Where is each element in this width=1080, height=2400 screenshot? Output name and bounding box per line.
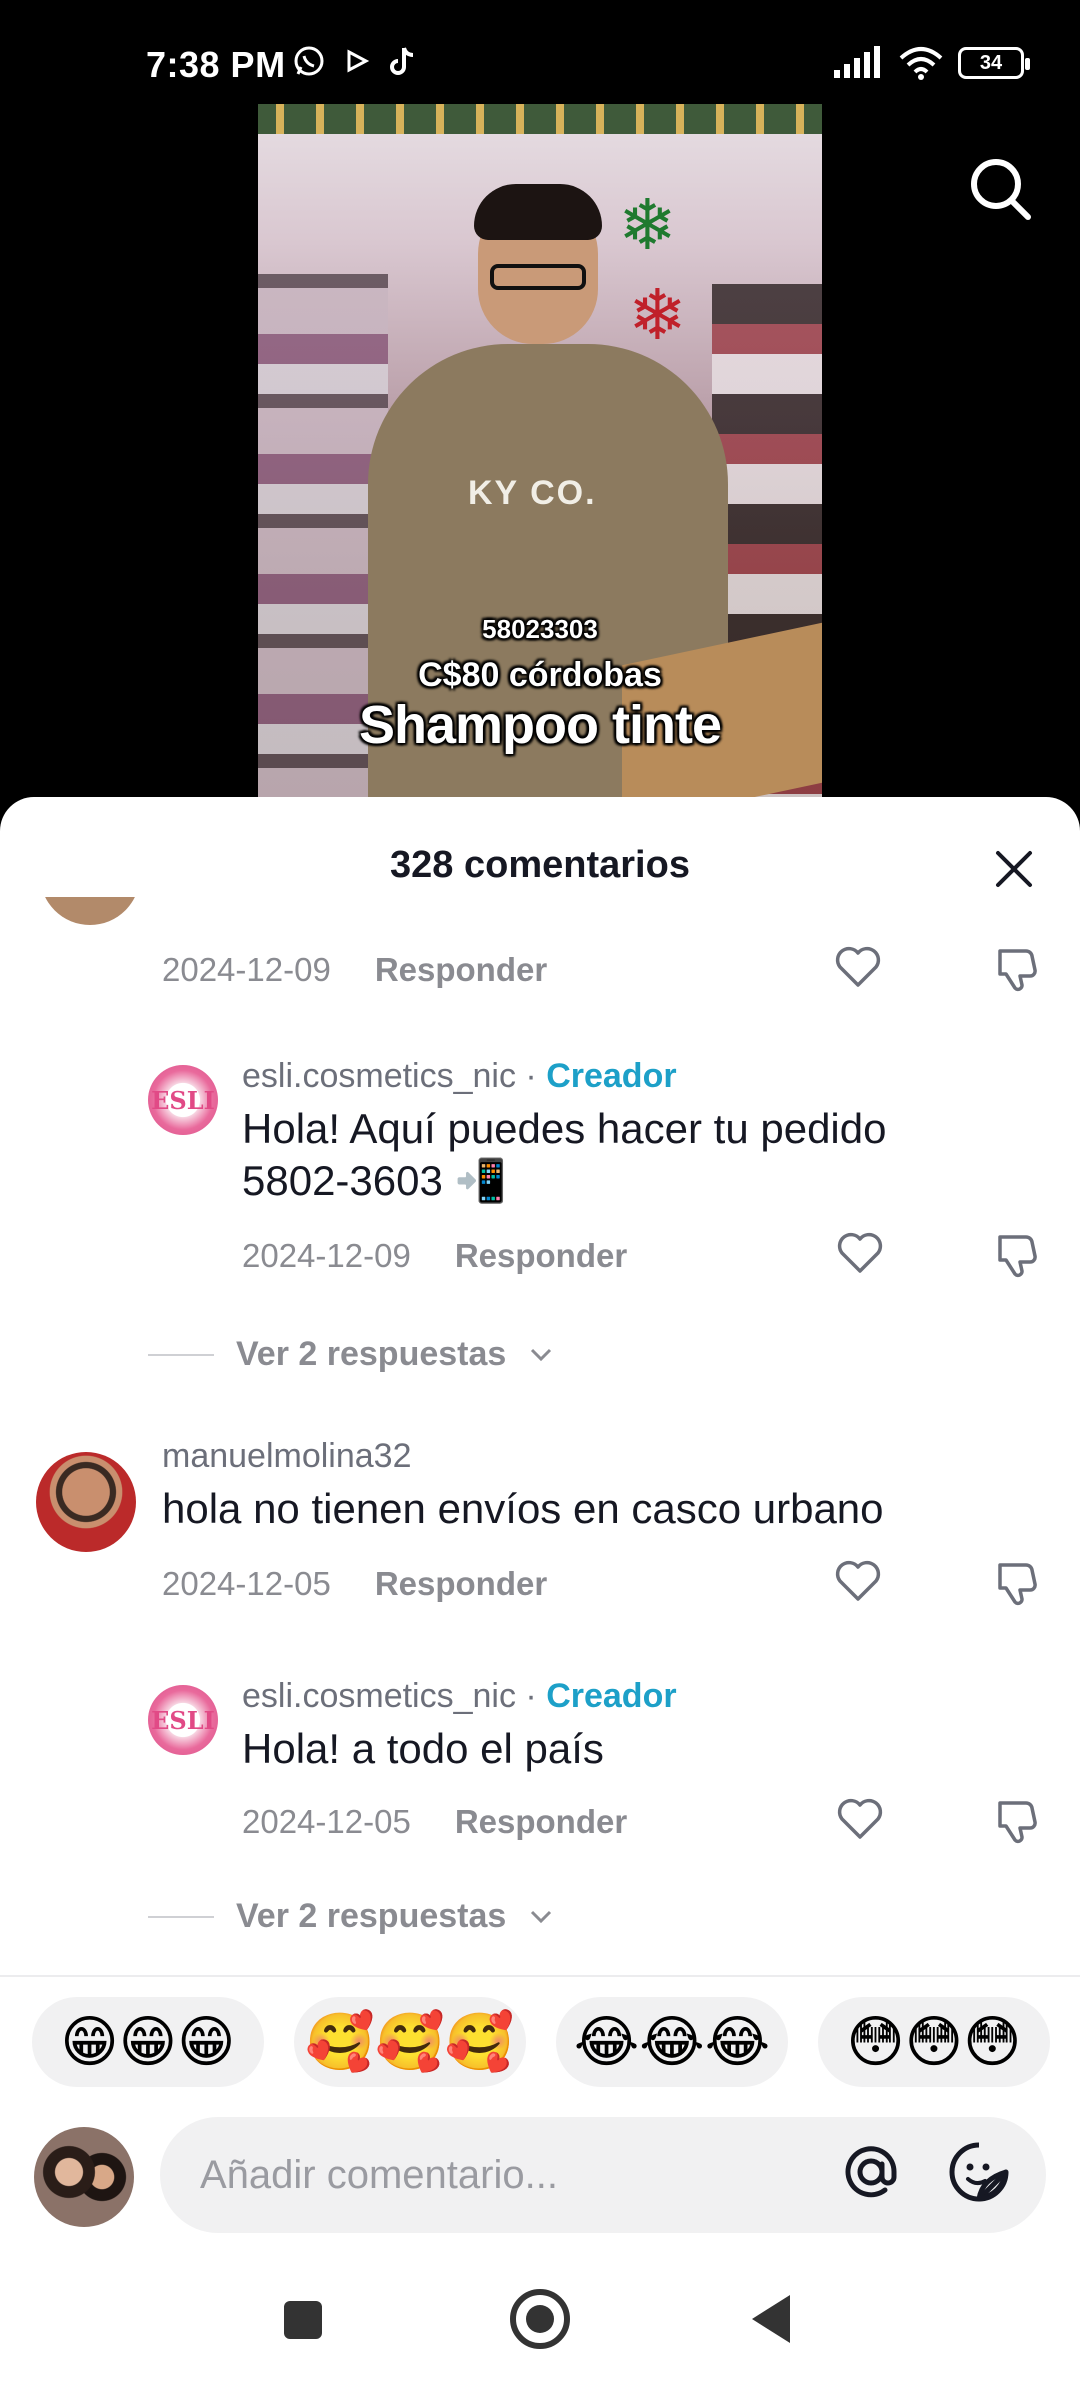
esli-logo-icon: ESLI (151, 1705, 215, 1735)
video-player[interactable]: ❄ ❄ KY CO. 58023303 C$80 córdobas Shampo… (258, 104, 822, 800)
heart-icon[interactable] (832, 941, 884, 993)
battery-icon: 34 (958, 47, 1030, 79)
comment-text: hola no tienen envíos en casco urbano (162, 1485, 884, 1532)
comment-meta: 2024-12-09 Responder (242, 1237, 627, 1275)
battery-level: 34 (979, 51, 1003, 74)
sticker-emoji-icon[interactable] (944, 2137, 1014, 2207)
comments-count-title: 328 comentarios (390, 843, 690, 886)
comment-text: Hola! Aquí puedes hacer tu pedido 5802-3… (242, 1105, 887, 1204)
dislike-icon[interactable] (994, 1557, 1046, 1609)
reply-button[interactable]: Responder (375, 951, 547, 988)
video-caption-title: Shampoo tinte (359, 695, 722, 755)
wifi-icon (899, 47, 943, 80)
reply-button[interactable]: Responder (455, 1237, 627, 1274)
dislike-icon[interactable] (994, 943, 1046, 995)
status-app-icons (292, 44, 420, 78)
snowflake-icon: ❄ (628, 276, 687, 354)
comment-date: 2024-12-09 (162, 951, 331, 988)
video-caption-phone: 58023303 (482, 614, 598, 644)
user-avatar[interactable] (34, 2127, 134, 2227)
status-time: 7:38 PM (146, 44, 286, 85)
chevron-down-icon (531, 1910, 552, 1923)
reply-button[interactable]: Responder (375, 1565, 547, 1602)
heart-icon[interactable] (834, 1227, 886, 1279)
avatar[interactable] (40, 897, 140, 925)
comment-date: 2024-12-05 (162, 1565, 331, 1602)
username-link[interactable]: esli.cosmetics_nic (242, 1677, 516, 1715)
comment-meta: 2024-12-09 Responder (162, 951, 547, 989)
replies-divider (148, 1353, 214, 1356)
comment-date: 2024-12-09 (242, 1237, 411, 1274)
comment-username[interactable]: esli.cosmetics_nic · Creador (242, 1677, 677, 1716)
tiktok-icon (390, 47, 414, 75)
comment-meta: 2024-12-05 Responder (242, 1803, 627, 1841)
video-caption-price: C$80 córdobas (418, 656, 662, 694)
comment-date: 2024-12-05 (242, 1803, 411, 1840)
person-hair (474, 184, 602, 240)
reply-button[interactable]: Responder (455, 1803, 627, 1840)
chevron-down-icon (531, 1348, 552, 1361)
status-bar: 7:38 PM 34 (0, 0, 1080, 100)
comment-username[interactable]: esli.cosmetics_nic · Creador (242, 1057, 677, 1096)
view-replies-button[interactable]: Ver 2 respuestas (148, 1335, 554, 1374)
creator-badge: Creador (546, 1677, 677, 1715)
emoji-button-grin[interactable]: 😁😁😁 (32, 1997, 264, 2087)
status-indicators: 34 (832, 46, 1030, 80)
close-icon[interactable] (984, 839, 1044, 899)
emoji-button-hearts[interactable]: 🥰🥰🥰 (294, 1997, 526, 2087)
play-icon (347, 49, 370, 73)
search-icon[interactable] (960, 150, 1040, 230)
view-replies-label[interactable]: Ver 2 respuestas (236, 1335, 506, 1374)
home-button[interactable] (510, 2289, 570, 2349)
comment-list[interactable]: 2024-12-09 Responder ESLI esli.cosmetics_… (0, 897, 1080, 1977)
shirt-print: KY CO. (468, 474, 597, 512)
heart-icon[interactable] (834, 1793, 886, 1845)
comment-meta: 2024-12-05 Responder (162, 1565, 547, 1603)
whatsapp-icon (294, 46, 324, 76)
comment-text: Hola! a todo el país (242, 1725, 604, 1772)
avatar[interactable]: ESLI (148, 1685, 218, 1755)
emoji-button-flushed[interactable]: 😳😳😳 (818, 1997, 1050, 2087)
esli-logo-icon: ESLI (151, 1085, 215, 1115)
comment-username[interactable]: manuelmolina32 (162, 1437, 412, 1476)
creator-badge: Creador (546, 1057, 677, 1095)
dislike-icon[interactable] (994, 1795, 1046, 1847)
comments-sheet: 328 comentarios 2024-12-09 Responder ESLI… (0, 797, 1080, 2400)
heart-icon[interactable] (832, 1555, 884, 1607)
system-nav-bar (0, 2267, 1080, 2400)
view-replies-label[interactable]: Ver 2 respuestas (236, 1897, 506, 1936)
signal-icon (834, 46, 880, 78)
username-separator: · (515, 1057, 547, 1095)
garland-decoration (258, 104, 822, 134)
person-glasses (490, 264, 586, 290)
emoji-button-laugh[interactable]: 😂😂😂 (556, 1997, 788, 2087)
emoji-bar-divider (0, 1975, 1080, 1977)
replies-divider (148, 1915, 214, 1918)
mention-icon[interactable] (836, 2137, 906, 2207)
back-button[interactable] (752, 2295, 790, 2343)
comment-input[interactable] (160, 2117, 1046, 2233)
recent-apps-button[interactable] (284, 2301, 322, 2339)
username-link[interactable]: esli.cosmetics_nic (242, 1057, 516, 1095)
emoji-quick-bar: 😁😁😁 🥰🥰🥰 😂😂😂 😳😳😳 (0, 1997, 1080, 2097)
snowflake-icon: ❄ (618, 186, 677, 264)
comment-composer (0, 2117, 1080, 2267)
avatar[interactable] (36, 1452, 136, 1552)
view-replies-button[interactable]: Ver 2 respuestas (148, 1897, 554, 1936)
avatar[interactable]: ESLI (148, 1065, 218, 1135)
username-separator: · (515, 1677, 547, 1715)
dislike-icon[interactable] (994, 1229, 1046, 1281)
